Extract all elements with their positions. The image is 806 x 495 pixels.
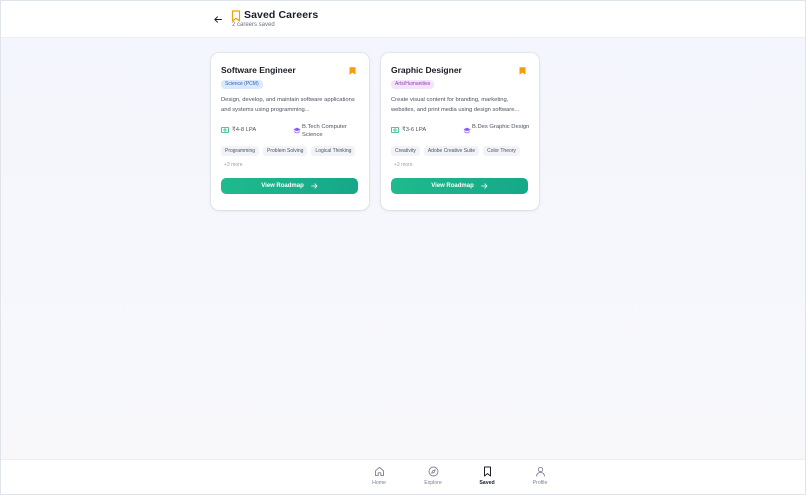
nav-item-explore[interactable]: Explore	[413, 466, 453, 492]
degree: B.Tech Computer Science	[302, 124, 347, 138]
money-icon	[391, 127, 399, 133]
nav-label: Saved	[479, 480, 495, 486]
money-icon	[221, 127, 229, 133]
nav-item-home[interactable]: Home	[359, 466, 399, 492]
header: Saved Careers 2 careers saved	[1, 1, 805, 38]
nav-label: Profile	[532, 480, 548, 486]
career-card-graphic-designer[interactable]: Graphic Designer Arts/Humanities Create …	[381, 53, 539, 210]
career-title: Graphic Designer	[391, 65, 462, 75]
skill-tag: Adobe Creative Suite	[423, 146, 480, 156]
skill-tag: Creativity	[391, 146, 420, 156]
view-roadmap-button[interactable]: View Roadmap	[221, 178, 358, 194]
stream-badge: Arts/Humanities	[391, 80, 435, 89]
career-description: Create visual content for branding, mark…	[391, 97, 520, 113]
nav-label: Home	[372, 480, 386, 486]
more-skills-count: +3 more	[394, 162, 413, 168]
user-icon	[535, 466, 545, 477]
nav-item-saved[interactable]: Saved	[467, 466, 507, 492]
career-title: Software Engineer	[221, 65, 296, 75]
skills-list: Programming Problem Solving Logical Thin…	[221, 146, 361, 170]
bookmark-filled-icon[interactable]	[519, 67, 526, 75]
graduation-cap-icon	[293, 127, 301, 133]
stream-badge: Science (PCM)	[221, 80, 263, 89]
salary-range: ₹4-8 LPA	[232, 126, 257, 133]
page-title: Saved Careers	[244, 9, 319, 21]
button-label: View Roadmap	[431, 183, 474, 189]
career-card-software-engineer[interactable]: Software Engineer Science (PCM) Design, …	[211, 53, 369, 210]
career-description: Design, develop, and maintain software a…	[221, 97, 355, 113]
arrow-right-icon	[310, 183, 318, 189]
skills-list: Creativity Adobe Creative Suite Color Th…	[391, 146, 531, 170]
bookmark-outline-icon	[231, 10, 241, 22]
app-frame: Saved Careers 2 careers saved Software E…	[0, 0, 806, 495]
nav-label: Explore	[424, 480, 442, 486]
arrow-right-icon	[480, 183, 488, 189]
view-roadmap-button[interactable]: View Roadmap	[391, 178, 528, 194]
button-label: View Roadmap	[261, 183, 304, 189]
more-skills-count: +3 more	[224, 162, 243, 168]
bottom-navigation: Home Explore Saved Profile	[1, 459, 805, 494]
graduation-cap-icon	[463, 127, 471, 133]
salary-range: ₹3-6 LPA	[402, 126, 427, 133]
home-icon	[374, 466, 384, 477]
arrow-left-icon	[214, 15, 222, 23]
career-meta: ₹3-6 LPA B.Des Graphic Design	[391, 123, 531, 141]
back-button[interactable]	[211, 12, 225, 26]
bookmark-icon	[483, 466, 491, 477]
bookmark-filled-icon[interactable]	[349, 67, 356, 75]
page-subtitle: 2 careers saved	[232, 22, 275, 28]
skill-tag: Color Theory	[483, 146, 520, 156]
skill-tag: Logical Thinking	[311, 146, 356, 156]
compass-icon	[428, 466, 438, 477]
skill-tag: Programming	[221, 146, 260, 156]
degree: B.Des Graphic Design	[472, 124, 530, 130]
career-meta: ₹4-8 LPA B.Tech Computer Science	[221, 123, 361, 141]
skill-tag: Problem Solving	[263, 146, 308, 156]
nav-item-profile[interactable]: Profile	[520, 466, 560, 492]
